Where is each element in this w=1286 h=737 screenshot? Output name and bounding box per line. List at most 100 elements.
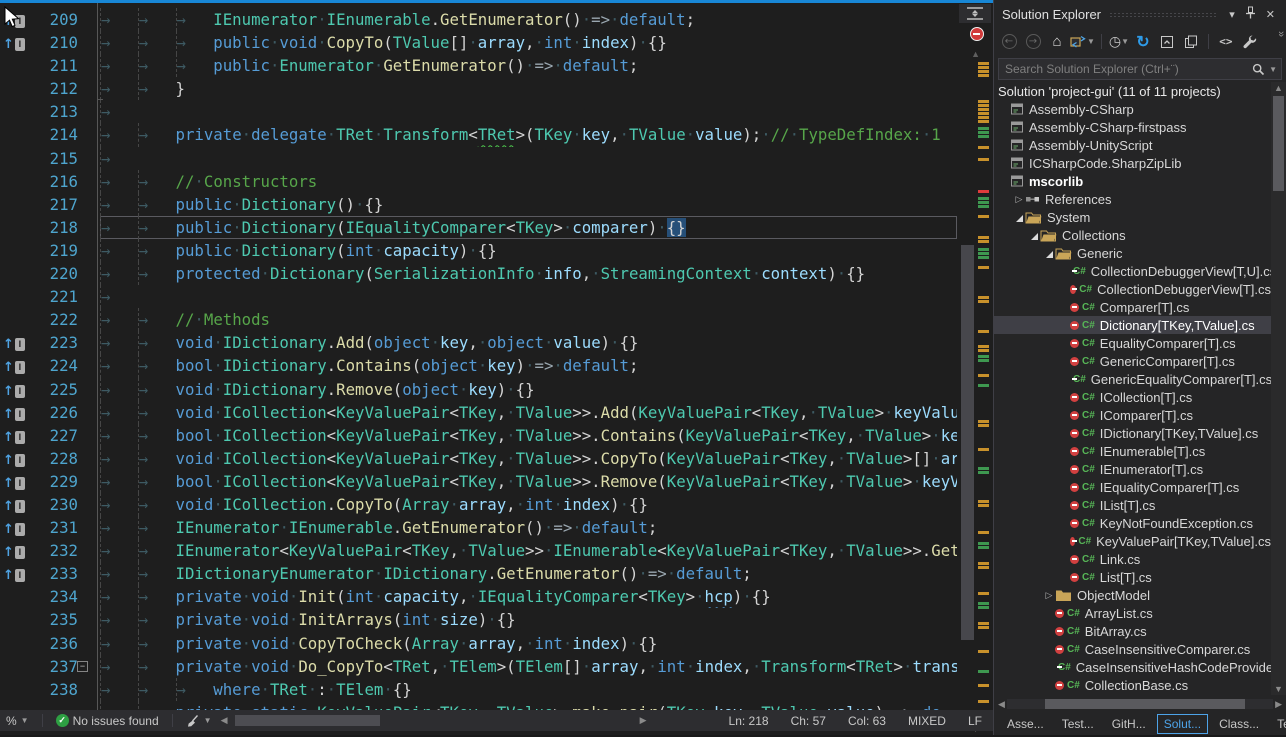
code-text[interactable]: →→//·Constructors	[100, 170, 957, 193]
code-line[interactable]: 220→→protected·Dictionary(SerializationI…	[0, 262, 957, 285]
scroll-down-arrow-icon[interactable]: ▼	[1274, 684, 1283, 694]
code-text[interactable]: →→private·delegate·TRet·Transform<TRet>(…	[100, 123, 957, 146]
horizontal-scrollbar-thumb[interactable]	[235, 715, 380, 726]
tree-item[interactable]: C#ArrayList.cs	[994, 604, 1271, 622]
tree-item[interactable]: C#ICollection[T].cs	[994, 388, 1271, 406]
glyph-margin[interactable]	[0, 239, 28, 262]
code-line[interactable]: 217→→public·Dictionary()·{}	[0, 193, 957, 216]
forward-button[interactable]: →	[1022, 31, 1044, 53]
panel-tab[interactable]: Asse...	[1000, 714, 1051, 734]
tree-item[interactable]: C#CollectionDebuggerView[T,U].cs	[994, 262, 1271, 280]
implements-glyph-icon[interactable]: ↑I	[3, 384, 25, 399]
status-line-ending[interactable]: LF	[957, 714, 993, 728]
glyph-margin[interactable]	[0, 655, 28, 678]
tree-item[interactable]: ICSharpCode.SharpZipLib	[994, 154, 1271, 172]
tree-item[interactable]: C#GenericComparer[T].cs	[994, 352, 1271, 370]
glyph-margin[interactable]	[0, 123, 28, 146]
code-line[interactable]: 216→→//·Constructors	[0, 170, 957, 193]
glyph-margin[interactable]: ↑I	[0, 354, 28, 377]
panel-tab[interactable]: GitH...	[1105, 714, 1153, 734]
tree-item[interactable]: C#List[T].cs	[994, 568, 1271, 586]
glyph-margin[interactable]	[0, 632, 28, 655]
glyph-margin[interactable]	[0, 585, 28, 608]
code-line[interactable]: ↑I210→→→public·void·CopyTo(TValue[]·arra…	[0, 31, 957, 54]
tree-item[interactable]: C#CollectionDebuggerView[T].cs	[994, 280, 1271, 298]
implements-glyph-icon[interactable]: ↑I	[3, 37, 25, 52]
code-line[interactable]: 235→→private·void·InitArrays(int·size)·{…	[0, 608, 957, 631]
tree-item[interactable]: C#CaseInsensitiveHashCodeProvider.cs	[994, 658, 1271, 676]
vertical-scrollbar-thumb[interactable]	[961, 245, 974, 640]
code-text[interactable]: →→bool·IDictionary.Contains(object·key)·…	[100, 354, 957, 377]
code-line[interactable]: ↑I230→→void·ICollection.CopyTo(Array·arr…	[0, 493, 957, 516]
editor-vertical-scrollbar[interactable]: ▲ ▼	[957, 3, 993, 710]
code-text[interactable]: →→public·Dictionary()·{}	[100, 193, 957, 216]
expander-open-icon[interactable]	[1028, 228, 1040, 243]
panel-tab[interactable]: Test...	[1055, 714, 1101, 734]
glyph-margin[interactable]	[0, 678, 28, 701]
glyph-margin[interactable]	[0, 77, 28, 100]
tree-item[interactable]: Assembly-CSharp-firstpass	[994, 118, 1271, 136]
code-line[interactable]: →→private·static·KeyValuePair<TKey,·TVal…	[0, 701, 957, 710]
code-text[interactable]: →→private·void·InitArrays(int·size)·{}	[100, 608, 957, 631]
code-line[interactable]: ↑I227→→bool·ICollection<KeyValuePair<TKe…	[0, 424, 957, 447]
glyph-margin[interactable]	[0, 308, 28, 331]
code-text[interactable]: →→//·Methods	[100, 308, 957, 331]
code-text[interactable]: →→private·void·CopyToCheck(Array·array,·…	[100, 632, 957, 655]
show-all-files-button[interactable]	[1180, 31, 1202, 53]
code-text[interactable]: →→IEnumerator<KeyValuePair<TKey,·TValue>…	[100, 539, 957, 562]
scroll-left-arrow-icon[interactable]: ◀	[996, 699, 1007, 710]
implements-glyph-icon[interactable]: ↑I	[3, 522, 25, 537]
code-line[interactable]: 219→→public·Dictionary(int·capacity)·{}	[0, 239, 957, 262]
code-text[interactable]: →→void·ICollection<KeyValuePair<TKey,·TV…	[100, 401, 957, 424]
glyph-margin[interactable]	[0, 608, 28, 631]
scroll-up-arrow-icon[interactable]: ▲	[1274, 83, 1283, 93]
code-line[interactable]: ↑I231→→IEnumerator·IEnumerable.GetEnumer…	[0, 516, 957, 539]
scroll-right-arrow-icon[interactable]: ▶	[1273, 699, 1284, 710]
glyph-margin[interactable]: ↑I	[0, 447, 28, 470]
code-line[interactable]: ↑I209→→→IEnumerator·IEnumerable.GetEnume…	[0, 8, 957, 31]
tree-vertical-scrollbar[interactable]: ▲ ▼	[1271, 82, 1286, 695]
code-line[interactable]: 212→→}	[0, 77, 957, 100]
code-line[interactable]: ↑I224→→bool·IDictionary.Contains(object·…	[0, 354, 957, 377]
home-button[interactable]: ⌂	[1046, 31, 1068, 53]
code-text[interactable]: →	[100, 100, 957, 123]
expander-open-icon[interactable]	[1043, 246, 1055, 261]
refresh-button[interactable]: ↻	[1132, 31, 1154, 53]
glyph-margin[interactable]: ↑I	[0, 401, 28, 424]
code-text[interactable]: →→private·static·KeyValuePair<TKey,·TVal…	[100, 701, 957, 710]
tree-item[interactable]: C#EqualityComparer[T].cs	[994, 334, 1271, 352]
glyph-margin[interactable]	[0, 193, 28, 216]
tree-scrollbar-thumb[interactable]	[1273, 96, 1284, 191]
panel-title-bar[interactable]: Solution Explorer ▾ ✕	[994, 0, 1286, 28]
implements-glyph-icon[interactable]: ↑I	[3, 499, 25, 514]
code-text[interactable]: →→bool·ICollection<KeyValuePair<TKey,·TV…	[100, 424, 957, 447]
back-button[interactable]: ←	[998, 31, 1020, 53]
code-text[interactable]: →	[100, 285, 957, 308]
implements-glyph-icon[interactable]: ↑I	[3, 407, 25, 422]
scroll-left-arrow-icon[interactable]: ◀	[218, 715, 231, 726]
tree-hscrollbar-track[interactable]	[1007, 699, 1273, 709]
tree-item[interactable]: C#Dictionary[TKey,TValue].cs	[994, 316, 1271, 334]
panel-tab[interactable]: Tea...	[1270, 714, 1286, 734]
collapse-all-button[interactable]	[1156, 31, 1178, 53]
glyph-margin[interactable]: ↑I	[0, 424, 28, 447]
sync-with-active-document-button[interactable]: ▼	[1070, 31, 1095, 53]
view-code-button[interactable]: <>	[1215, 31, 1237, 53]
glyph-margin[interactable]	[0, 285, 28, 308]
code-text[interactable]: →→public·Dictionary(IEqualityComparer<TK…	[100, 216, 957, 239]
code-text[interactable]: →→private·void·Init(int·capacity,·IEqual…	[100, 585, 957, 608]
window-position-chevron-icon[interactable]: ▾	[1224, 8, 1240, 21]
code-text[interactable]: →→void·IDictionary.Remove(object·key)·{}	[100, 378, 957, 401]
implements-glyph-icon[interactable]: ↑I	[3, 453, 25, 468]
pending-changes-filter-button[interactable]: ◷ ▼	[1108, 31, 1130, 53]
glyph-margin[interactable]	[0, 100, 28, 123]
tree-item[interactable]: C#IEqualityComparer[T].cs	[994, 478, 1271, 496]
status-line[interactable]: Ln: 218	[718, 714, 780, 728]
code-line[interactable]: 215→	[0, 147, 957, 170]
code-text[interactable]: →→bool·ICollection<KeyValuePair<TKey,·TV…	[100, 470, 957, 493]
glyph-margin[interactable]: ↑I	[0, 470, 28, 493]
code-line[interactable]: 236→→private·void·CopyToCheck(Array·arra…	[0, 632, 957, 655]
zoom-control[interactable]: % ▼	[0, 714, 35, 728]
tree-item[interactable]: ▷References	[994, 190, 1271, 208]
tree-item[interactable]: Generic	[994, 244, 1271, 262]
